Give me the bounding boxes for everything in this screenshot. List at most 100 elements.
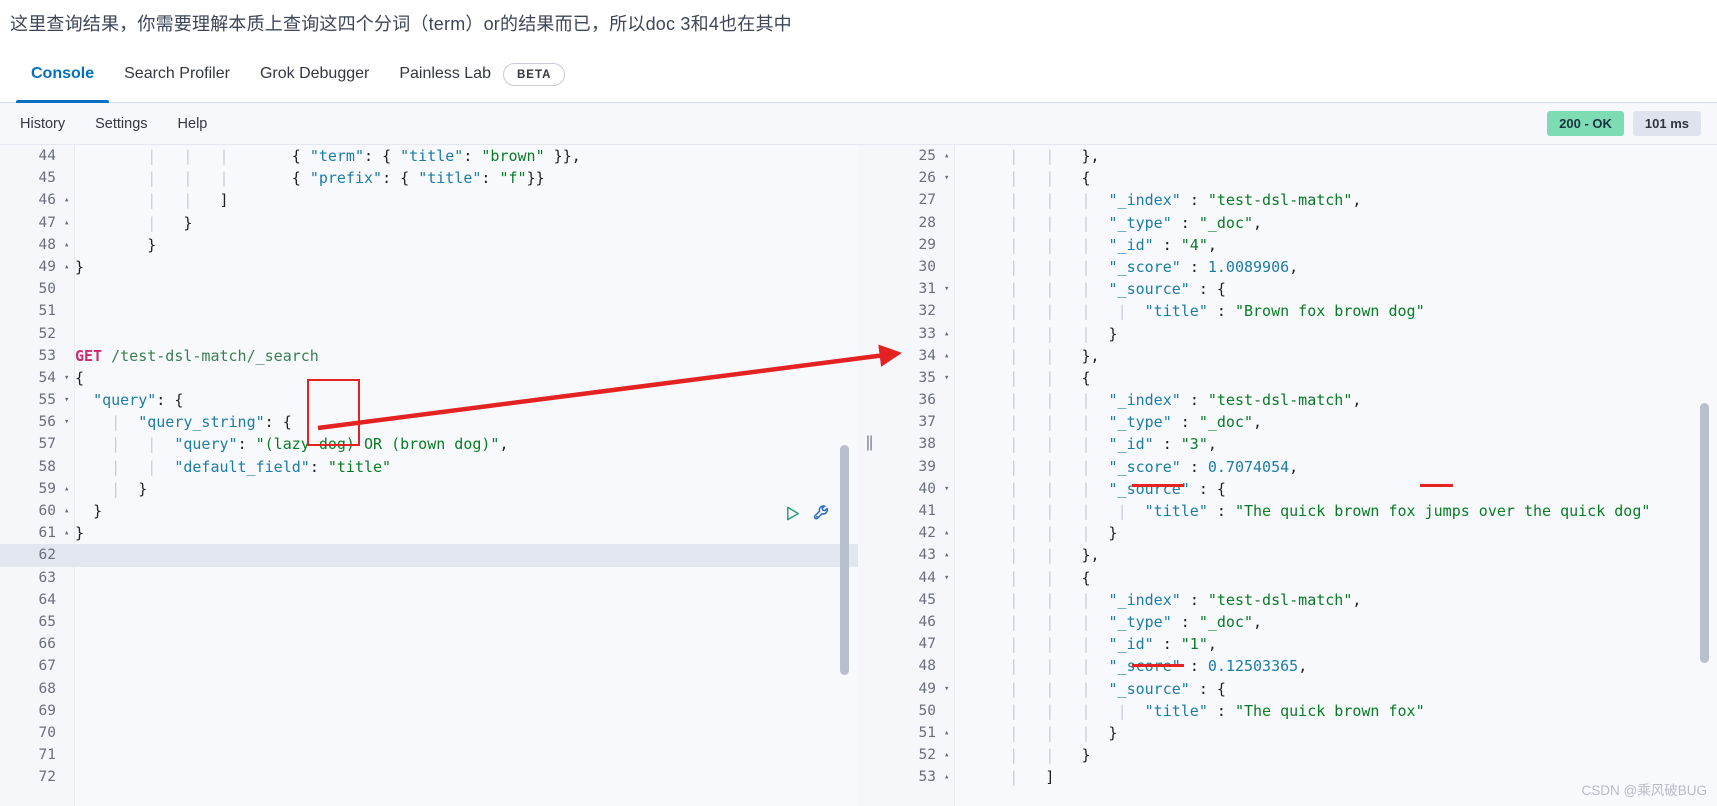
fold-toggle[interactable]: ▾ bbox=[62, 389, 75, 411]
fold-toggle[interactable] bbox=[942, 389, 955, 411]
code-line[interactable]: 43 ▴ | | }, bbox=[880, 544, 1717, 566]
fold-toggle[interactable] bbox=[62, 456, 75, 478]
code-line[interactable]: 67 bbox=[0, 655, 858, 677]
code-line[interactable]: 64 bbox=[0, 589, 858, 611]
code-line[interactable]: 32 | | | | "title" : "Brown fox brown do… bbox=[880, 300, 1717, 322]
code-line[interactable]: 51 ▴ | | | } bbox=[880, 722, 1717, 744]
fold-toggle[interactable] bbox=[942, 256, 955, 278]
fold-toggle[interactable] bbox=[942, 456, 955, 478]
code-line[interactable]: 61 ▴} bbox=[0, 522, 858, 544]
fold-toggle[interactable] bbox=[62, 544, 75, 566]
code-line[interactable]: 49 ▾ | | | "_source" : { bbox=[880, 678, 1717, 700]
fold-toggle[interactable] bbox=[62, 589, 75, 611]
code-line[interactable]: 47 | | | "_id" : "1", bbox=[880, 633, 1717, 655]
fold-toggle[interactable]: ▾ bbox=[942, 567, 955, 589]
code-line[interactable]: 46 | | | "_type" : "_doc", bbox=[880, 611, 1717, 633]
code-line[interactable]: 56 ▾ | "query_string": { bbox=[0, 411, 858, 433]
pane-splitter[interactable]: || bbox=[862, 433, 876, 453]
response-viewer-pane[interactable]: 25 ▴ | | }, 26 ▾ | | {27 | | | "_index" : "… bbox=[880, 145, 1717, 806]
play-icon[interactable] bbox=[783, 504, 802, 523]
fold-toggle[interactable] bbox=[62, 345, 75, 367]
fold-toggle[interactable]: ▾ bbox=[62, 411, 75, 433]
code-line[interactable]: 46 ▴ | | ] bbox=[0, 189, 858, 211]
fold-toggle[interactable]: ▾ bbox=[942, 678, 955, 700]
fold-toggle[interactable] bbox=[942, 589, 955, 611]
code-line[interactable]: 33 ▴ | | | } bbox=[880, 323, 1717, 345]
fold-toggle[interactable] bbox=[942, 655, 955, 677]
code-line[interactable]: 52 ▴ | | } bbox=[880, 744, 1717, 766]
code-line[interactable]: 49 ▴} bbox=[0, 256, 858, 278]
code-line[interactable]: 31 ▾ | | | "_source" : { bbox=[880, 278, 1717, 300]
code-line[interactable]: 52 bbox=[0, 323, 858, 345]
fold-toggle[interactable]: ▴ bbox=[942, 323, 955, 345]
code-line[interactable]: 50 | | | | "title" : "The quick brown fo… bbox=[880, 700, 1717, 722]
code-line[interactable]: 30 | | | "_score" : 1.0089906, bbox=[880, 256, 1717, 278]
fold-toggle[interactable] bbox=[62, 722, 75, 744]
code-line[interactable]: 28 | | | "_type" : "_doc", bbox=[880, 212, 1717, 234]
code-line[interactable]: 42 ▴ | | | } bbox=[880, 522, 1717, 544]
fold-toggle[interactable]: ▾ bbox=[942, 478, 955, 500]
code-line[interactable]: 45 | | | "_index" : "test-dsl-match", bbox=[880, 589, 1717, 611]
toolbar-item-history[interactable]: History bbox=[16, 113, 69, 135]
fold-toggle[interactable] bbox=[942, 633, 955, 655]
code-line[interactable]: 63 bbox=[0, 567, 858, 589]
fold-toggle[interactable] bbox=[942, 300, 955, 322]
fold-toggle[interactable]: ▴ bbox=[62, 234, 75, 256]
fold-toggle[interactable]: ▾ bbox=[942, 278, 955, 300]
fold-toggle[interactable] bbox=[942, 212, 955, 234]
code-line[interactable]: 44 | | | { "term": { "title": "brown" }}… bbox=[0, 145, 858, 167]
code-line[interactable]: 45 | | | { "prefix": { "title": "f"}} bbox=[0, 167, 858, 189]
response-viewer-scrollbar[interactable] bbox=[1700, 403, 1709, 663]
fold-toggle[interactable]: ▴ bbox=[942, 544, 955, 566]
code-line[interactable]: 35 ▾ | | { bbox=[880, 367, 1717, 389]
fold-toggle[interactable] bbox=[62, 300, 75, 322]
fold-toggle[interactable] bbox=[62, 433, 75, 455]
fold-toggle[interactable] bbox=[62, 744, 75, 766]
fold-toggle[interactable]: ▴ bbox=[62, 256, 75, 278]
fold-toggle[interactable] bbox=[942, 234, 955, 256]
toolbar-item-help[interactable]: Help bbox=[174, 113, 212, 135]
code-line[interactable]: 37 | | | "_type" : "_doc", bbox=[880, 411, 1717, 433]
code-line[interactable]: 25 ▴ | | }, bbox=[880, 145, 1717, 167]
fold-toggle[interactable]: ▴ bbox=[62, 478, 75, 500]
code-line[interactable]: 41 | | | | "title" : "The quick brown fo… bbox=[880, 500, 1717, 522]
code-line[interactable]: 48 ▴ } bbox=[0, 234, 858, 256]
fold-toggle[interactable] bbox=[62, 766, 75, 788]
code-line[interactable]: 65 bbox=[0, 611, 858, 633]
request-editor-code[interactable]: 44 | | | { "term": { "title": "brown" }}… bbox=[0, 145, 858, 788]
fold-toggle[interactable]: ▴ bbox=[62, 189, 75, 211]
fold-toggle[interactable] bbox=[942, 500, 955, 522]
fold-toggle[interactable] bbox=[942, 189, 955, 211]
code-line[interactable]: 57 | | "query": "(lazy dog) OR (brown do… bbox=[0, 433, 858, 455]
fold-toggle[interactable] bbox=[62, 278, 75, 300]
request-editor-pane[interactable]: 44 | | | { "term": { "title": "brown" }}… bbox=[0, 145, 858, 806]
code-line[interactable]: 44 ▾ | | { bbox=[880, 567, 1717, 589]
wrench-icon[interactable] bbox=[812, 503, 832, 523]
code-line[interactable]: 59 ▴ | } bbox=[0, 478, 858, 500]
fold-toggle[interactable]: ▴ bbox=[942, 722, 955, 744]
code-line[interactable]: 50 bbox=[0, 278, 858, 300]
tab-painless-lab[interactable]: Painless Lab BETA bbox=[384, 46, 580, 103]
fold-toggle[interactable]: ▾ bbox=[62, 367, 75, 389]
code-line[interactable]: 26 ▾ | | { bbox=[880, 167, 1717, 189]
code-line[interactable]: 48 | | | "_score" : 0.12503365, bbox=[880, 655, 1717, 677]
fold-toggle[interactable]: ▴ bbox=[942, 145, 955, 167]
code-line[interactable]: 70 bbox=[0, 722, 858, 744]
code-line[interactable]: 53 GET /test-dsl-match/_search bbox=[0, 345, 858, 367]
fold-toggle[interactable] bbox=[62, 655, 75, 677]
toolbar-item-settings[interactable]: Settings bbox=[91, 113, 151, 135]
code-line[interactable]: 68 bbox=[0, 678, 858, 700]
code-line[interactable]: 66 bbox=[0, 633, 858, 655]
fold-toggle[interactable]: ▴ bbox=[942, 766, 955, 788]
fold-toggle[interactable] bbox=[942, 700, 955, 722]
fold-toggle[interactable] bbox=[942, 611, 955, 633]
fold-toggle[interactable] bbox=[62, 145, 75, 167]
code-line[interactable]: 47 ▴ | } bbox=[0, 212, 858, 234]
code-line[interactable]: 54 ▾{ bbox=[0, 367, 858, 389]
fold-toggle[interactable] bbox=[62, 678, 75, 700]
tab-console[interactable]: Console bbox=[16, 46, 110, 103]
tab-search-profiler[interactable]: Search Profiler bbox=[109, 46, 245, 103]
code-line[interactable]: 62 bbox=[0, 544, 858, 567]
code-line[interactable]: 29 | | | "_id" : "4", bbox=[880, 234, 1717, 256]
code-line[interactable]: 34 ▴ | | }, bbox=[880, 345, 1717, 367]
